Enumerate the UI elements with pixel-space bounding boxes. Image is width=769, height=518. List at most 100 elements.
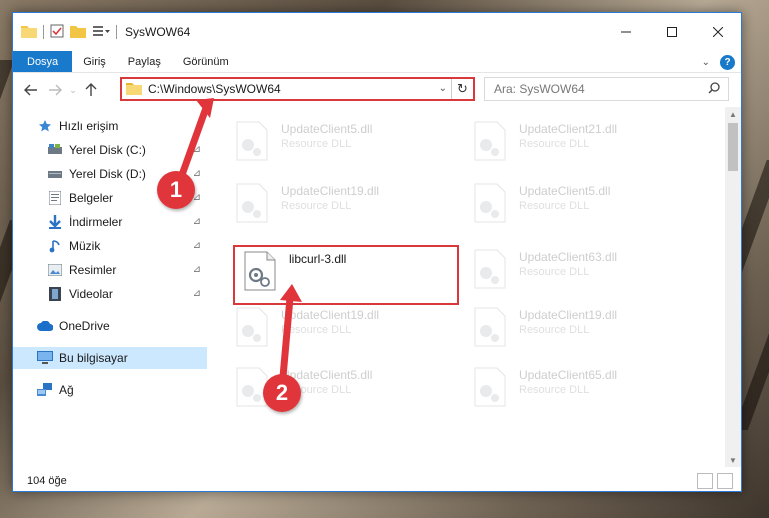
- forward-button[interactable]: [43, 78, 67, 102]
- tab-home[interactable]: Giriş: [72, 51, 117, 72]
- address-bar[interactable]: C:\Windows\SysWOW64 ⌄ ↻: [120, 77, 475, 101]
- file-type: Resource DLL: [519, 138, 590, 150]
- sidebar-item-pictures[interactable]: Resimler ⊿: [13, 259, 207, 281]
- drive-icon: [47, 142, 63, 158]
- dll-file-icon: [236, 121, 268, 161]
- file-item[interactable]: UpdateClient19.dll Resource DLL: [235, 303, 465, 351]
- dll-file-icon: [474, 183, 506, 223]
- file-item[interactable]: UpdateClient19.dll Resource DLL: [473, 303, 703, 351]
- sidebar-item-music[interactable]: Müzik ⊿: [13, 235, 207, 257]
- refresh-icon[interactable]: ↻: [451, 79, 473, 99]
- pin-icon[interactable]: ⊿: [193, 240, 201, 251]
- title-bar: SysWOW64: [13, 13, 741, 51]
- up-button[interactable]: [79, 78, 103, 102]
- file-name: UpdateClient19.dll: [281, 308, 380, 322]
- cloud-icon: [37, 318, 53, 334]
- step-marker-1: 1: [157, 171, 195, 209]
- sidebar-item-label: Bu bilgisayar: [59, 351, 128, 365]
- pictures-icon: [47, 262, 63, 278]
- sidebar-item-local-disk-c[interactable]: Yerel Disk (C:) ⊿: [13, 139, 207, 161]
- item-count: 104 öğe: [27, 475, 67, 487]
- sidebar-item-onedrive[interactable]: OneDrive: [13, 315, 207, 337]
- properties-icon[interactable]: [50, 24, 64, 41]
- sidebar-item-label: Ağ: [59, 383, 74, 397]
- computer-icon: [37, 350, 53, 366]
- pin-icon[interactable]: ⊿: [193, 216, 201, 227]
- customize-toolbar-icon[interactable]: [92, 24, 110, 41]
- window-controls: [603, 13, 741, 51]
- step-marker-2: 2: [263, 374, 301, 412]
- sidebar-item-this-pc[interactable]: Bu bilgisayar: [13, 347, 207, 369]
- file-name: UpdateClient65.dll: [519, 368, 618, 382]
- sidebar-item-downloads[interactable]: İndirmeler ⊿: [13, 211, 207, 233]
- close-button[interactable]: [695, 13, 741, 51]
- navigation-bar: ⌄ C:\Windows\SysWOW64 ⌄ ↻ Ara: SysWOW64: [13, 73, 741, 107]
- pin-icon[interactable]: ⊿: [193, 288, 201, 299]
- file-item[interactable]: UpdateClient5.dll Resource DLL: [473, 179, 703, 227]
- tab-file[interactable]: Dosya: [13, 51, 73, 72]
- sidebar-item-label: OneDrive: [59, 319, 110, 333]
- search-placeholder: Ara: SysWOW64: [494, 82, 585, 96]
- sidebar-item-label: Videolar: [69, 287, 113, 301]
- file-item[interactable]: UpdateClient19.dll Resource DLL: [235, 179, 465, 227]
- content-area: Hızlı erişim Yerel Disk (C:) ⊿ Yerel Dis…: [13, 107, 741, 467]
- explorer-window: SysWOW64 Dosya Giriş Paylaş Görünüm ⌄ ?: [12, 12, 742, 492]
- pin-icon[interactable]: ⊿: [193, 264, 201, 275]
- file-type: Resource DLL: [519, 324, 590, 336]
- file-item[interactable]: UpdateClient5.dll Resource DLL: [235, 117, 465, 165]
- details-view-icon[interactable]: [697, 473, 713, 489]
- sidebar-item-label: Yerel Disk (C:): [69, 143, 146, 157]
- back-button[interactable]: [19, 78, 43, 102]
- help-icon[interactable]: ?: [720, 54, 735, 70]
- expand-ribbon-icon[interactable]: ⌄: [702, 57, 710, 68]
- sidebar-item-label: Müzik: [69, 239, 101, 253]
- pin-icon[interactable]: ⊿: [193, 144, 201, 155]
- sidebar-item-label: Belgeler: [69, 191, 114, 205]
- view-buttons: [697, 473, 733, 489]
- sidebar-item-label: Yerel Disk (D:): [69, 167, 146, 181]
- recent-locations-button[interactable]: ⌄: [67, 78, 79, 102]
- scroll-down-icon[interactable]: ▼: [725, 453, 741, 467]
- scroll-thumb[interactable]: [728, 123, 738, 171]
- pin-icon[interactable]: ⊿: [193, 168, 201, 179]
- documents-icon: [47, 190, 63, 206]
- file-name: UpdateClient19.dll: [281, 184, 380, 198]
- scroll-up-icon[interactable]: ▲: [725, 107, 741, 121]
- divider: [43, 25, 44, 39]
- folder-icon: [126, 81, 142, 98]
- network-icon: [37, 382, 53, 398]
- file-name: UpdateClient21.dll: [519, 122, 618, 136]
- file-list: UpdateClient5.dll Resource DLL UpdateClie…: [217, 107, 723, 467]
- vertical-scrollbar[interactable]: ▲ ▼: [725, 107, 741, 467]
- file-type: Resource DLL: [281, 200, 352, 212]
- address-path[interactable]: C:\Windows\SysWOW64: [148, 82, 281, 96]
- dll-file-icon: [474, 249, 506, 289]
- tab-share[interactable]: Paylaş: [117, 51, 172, 72]
- maximize-button[interactable]: [649, 13, 695, 51]
- file-name: UpdateClient5.dll: [281, 122, 373, 136]
- file-item[interactable]: UpdateClient63.dll Resource DLL: [473, 245, 703, 293]
- status-bar: 104 öğe: [13, 469, 741, 491]
- search-input[interactable]: Ara: SysWOW64: [484, 77, 729, 101]
- large-icons-view-icon[interactable]: [717, 473, 733, 489]
- file-item[interactable]: UpdateClient21.dll Resource DLL: [473, 117, 703, 165]
- navigation-pane: Hızlı erişim Yerel Disk (C:) ⊿ Yerel Dis…: [13, 107, 207, 467]
- file-type: Resource DLL: [281, 138, 352, 150]
- sidebar-item-label: Hızlı erişim: [59, 119, 119, 133]
- file-type: Resource DLL: [281, 324, 352, 336]
- sidebar-item-quick-access[interactable]: Hızlı erişim: [13, 115, 207, 137]
- file-name: UpdateClient63.dll: [519, 250, 618, 264]
- dll-file-icon: [474, 367, 506, 407]
- file-name: UpdateClient5.dll: [519, 184, 611, 198]
- chevron-down-icon[interactable]: ⌄: [439, 83, 447, 94]
- minimize-button[interactable]: [603, 13, 649, 51]
- file-type: Resource DLL: [519, 266, 590, 278]
- sidebar-item-videos[interactable]: Videolar ⊿: [13, 283, 207, 305]
- file-item[interactable]: UpdateClient65.dll Resource DLL: [473, 363, 703, 411]
- tab-view[interactable]: Görünüm: [172, 51, 240, 72]
- new-folder-icon[interactable]: [70, 24, 86, 41]
- star-icon: [37, 118, 53, 134]
- dll-file-icon: [236, 183, 268, 223]
- sidebar-item-network[interactable]: Ağ: [13, 379, 207, 401]
- dll-file-icon: [236, 307, 268, 347]
